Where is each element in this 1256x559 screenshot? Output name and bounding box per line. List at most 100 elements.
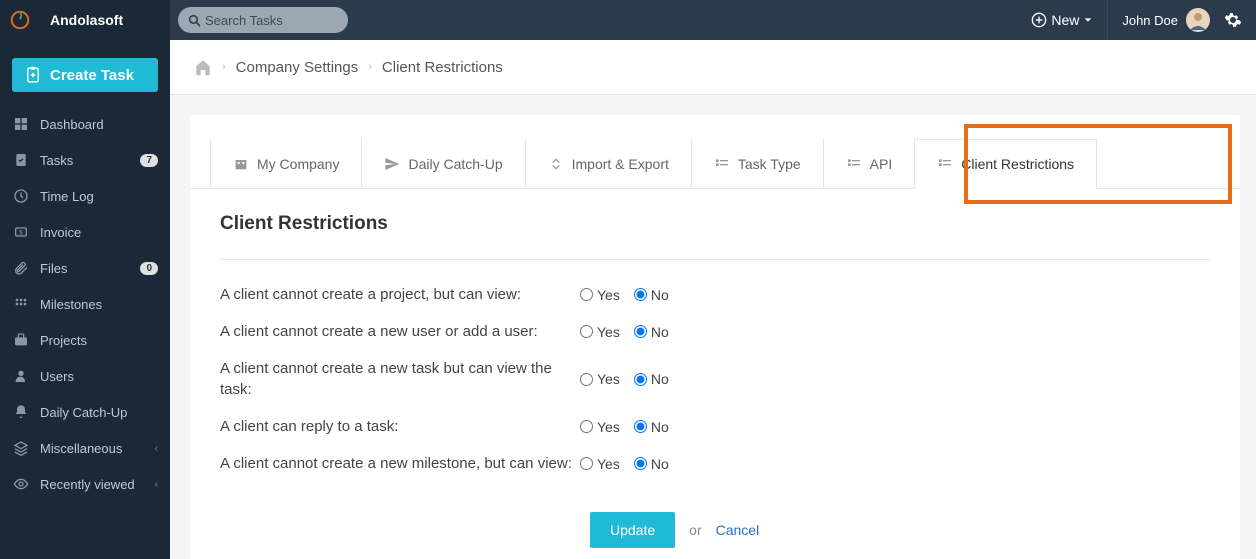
tab-label: Daily Catch-Up (408, 156, 502, 172)
radio-yes[interactable]: Yes (580, 419, 620, 435)
home-icon[interactable] (194, 58, 212, 76)
sidebar: Create Task Dashboard Tasks 7 Time Log $ (0, 40, 170, 559)
sidebar-item-label: Time Log (40, 189, 158, 204)
dashboard-icon (12, 115, 30, 133)
tab-daily-catchup[interactable]: Daily Catch-Up (362, 139, 525, 188)
svg-text:$: $ (19, 230, 23, 237)
sidebar-item-miscellaneous[interactable]: Miscellaneous ‹ (0, 430, 170, 466)
tasks-badge: 7 (140, 154, 158, 167)
sidebar-item-label: Daily Catch-Up (40, 405, 158, 420)
tab-label: Task Type (738, 156, 801, 172)
radio-yes[interactable]: Yes (580, 287, 620, 303)
radio-yes[interactable]: Yes (580, 324, 620, 340)
sidebar-item-label: Tasks (40, 153, 130, 168)
sidebar-item-label: Dashboard (40, 117, 158, 132)
sidebar-item-files[interactable]: Files 0 (0, 250, 170, 286)
sidebar-item-daily-catchup[interactable]: Daily Catch-Up (0, 394, 170, 430)
tab-label: API (870, 156, 893, 172)
tab-import-export[interactable]: Import & Export (526, 139, 692, 188)
form-section: Client Restrictions A client cannot crea… (190, 189, 1240, 558)
radio-no[interactable]: No (634, 419, 669, 435)
user-name: John Doe (1122, 13, 1178, 28)
sidebar-item-projects[interactable]: Projects (0, 322, 170, 358)
setting-row: A client can reply to a task: Yes No (220, 408, 1210, 445)
tab-client-restrictions[interactable]: Client Restrictions (915, 139, 1097, 189)
breadcrumb-link[interactable]: Company Settings (236, 59, 359, 76)
main-content: › Company Settings › Client Restrictions… (170, 40, 1256, 559)
new-button[interactable]: New (1031, 0, 1108, 40)
paperclip-icon (12, 259, 30, 277)
grid-icon (12, 295, 30, 313)
tab-task-type[interactable]: Task Type (692, 139, 824, 188)
cancel-link[interactable]: Cancel (716, 522, 760, 538)
chevron-right-icon: › (222, 61, 226, 73)
sidebar-item-label: Invoice (40, 225, 158, 240)
radio-no[interactable]: No (634, 324, 669, 340)
sidebar-item-label: Recently viewed (40, 477, 145, 492)
update-button[interactable]: Update (590, 512, 675, 548)
list-icon (714, 156, 730, 172)
setting-row: A client cannot create a new task but ca… (220, 350, 1210, 408)
eye-icon (12, 475, 30, 493)
tab-my-company[interactable]: My Company (210, 139, 362, 188)
sidebar-item-label: Projects (40, 333, 158, 348)
dollar-icon: $ (12, 223, 30, 241)
search-box[interactable] (178, 7, 348, 33)
sidebar-item-invoice[interactable]: $ Invoice (0, 214, 170, 250)
search-icon (188, 14, 201, 27)
sidebar-item-milestones[interactable]: Milestones (0, 286, 170, 322)
top-header: Andolasoft New John Doe (0, 0, 1256, 40)
setting-row: A client cannot create a new milestone, … (220, 445, 1210, 482)
plus-circle-icon (1031, 12, 1047, 28)
brand-name[interactable]: Andolasoft (40, 0, 170, 40)
radio-no[interactable]: No (634, 371, 669, 387)
sidebar-item-recently-viewed[interactable]: Recently viewed ‹ (0, 466, 170, 502)
setting-row: A client cannot create a project, but ca… (220, 276, 1210, 313)
sidebar-item-timelog[interactable]: Time Log (0, 178, 170, 214)
sidebar-item-dashboard[interactable]: Dashboard (0, 106, 170, 142)
radio-group: Yes No (580, 287, 669, 303)
sidebar-item-label: Miscellaneous (40, 441, 145, 456)
setting-label: A client cannot create a new user or add… (220, 321, 580, 342)
bell-icon (12, 403, 30, 421)
search-input[interactable] (205, 13, 335, 28)
sidebar-item-label: Files (40, 261, 130, 276)
action-row: Update or Cancel (220, 512, 1210, 548)
setting-label: A client cannot create a new milestone, … (220, 453, 580, 474)
setting-label: A client can reply to a task: (220, 416, 580, 437)
radio-yes[interactable]: Yes (580, 371, 620, 387)
app-logo[interactable] (0, 0, 40, 40)
breadcrumb: › Company Settings › Client Restrictions (170, 40, 1256, 95)
radio-group: Yes No (580, 419, 669, 435)
restrictions-icon (937, 156, 953, 172)
briefcase-icon (12, 331, 30, 349)
radio-no[interactable]: No (634, 287, 669, 303)
chevron-left-icon: ‹ (155, 479, 158, 490)
radio-group: Yes No (580, 456, 669, 472)
clipboard-plus-icon (24, 66, 42, 84)
tab-api[interactable]: API (824, 139, 916, 188)
radio-group: Yes No (580, 324, 669, 340)
tab-label: My Company (257, 156, 339, 172)
top-right: New John Doe (1031, 0, 1256, 40)
search-container (178, 7, 348, 33)
clipboard-check-icon (12, 151, 30, 169)
tab-label: Client Restrictions (961, 156, 1074, 172)
sidebar-item-label: Milestones (40, 297, 158, 312)
tab-label: Import & Export (572, 156, 669, 172)
user-icon (12, 367, 30, 385)
breadcrumb-current: Client Restrictions (382, 59, 503, 76)
sidebar-item-users[interactable]: Users (0, 358, 170, 394)
files-badge: 0 (140, 262, 158, 275)
create-task-button[interactable]: Create Task (12, 58, 158, 92)
radio-no[interactable]: No (634, 456, 669, 472)
tab-row: My Company Daily Catch-Up Import & Expor… (190, 115, 1240, 189)
transfer-icon (548, 156, 564, 172)
setting-row: A client cannot create a new user or add… (220, 313, 1210, 350)
user-menu[interactable]: John Doe (1122, 8, 1210, 32)
radio-yes[interactable]: Yes (580, 456, 620, 472)
gear-icon[interactable] (1224, 11, 1242, 29)
content-card: My Company Daily Catch-Up Import & Expor… (190, 115, 1240, 559)
building-icon (233, 156, 249, 172)
sidebar-item-tasks[interactable]: Tasks 7 (0, 142, 170, 178)
